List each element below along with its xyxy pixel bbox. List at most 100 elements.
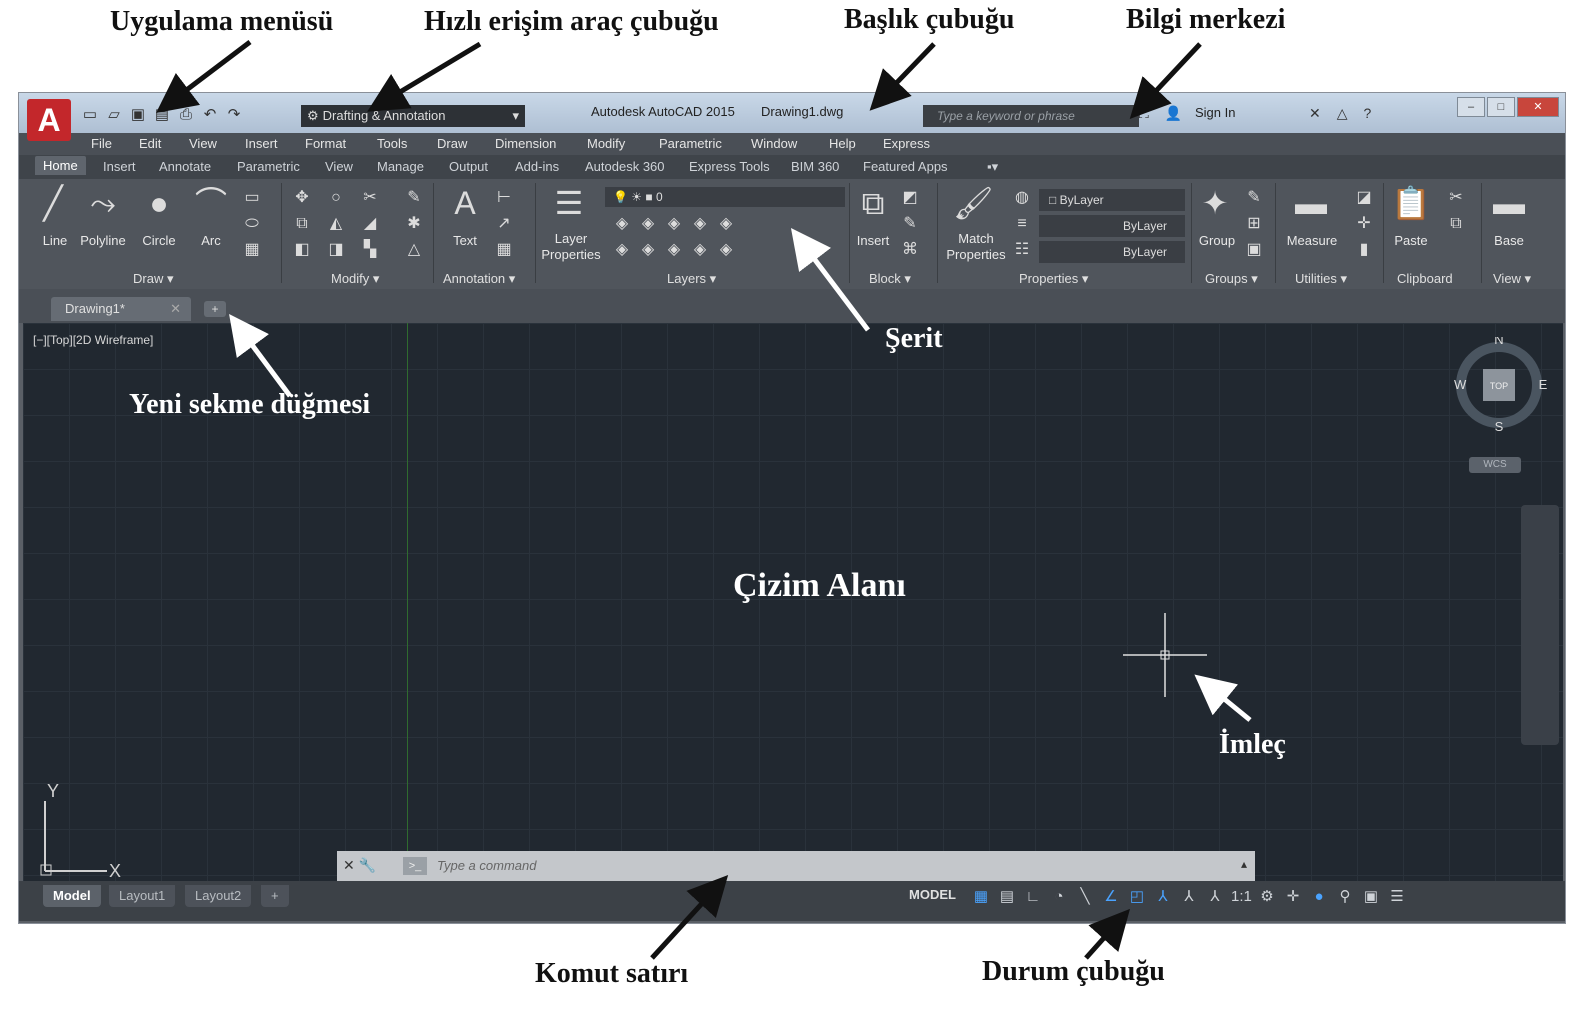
clean-screen-icon[interactable]: ▣ <box>1361 887 1381 907</box>
menu-help[interactable]: Help <box>829 136 856 151</box>
osnap-icon[interactable]: ◰ <box>1127 887 1147 907</box>
ellipse-icon[interactable]: ⬭ <box>241 213 263 235</box>
explode-icon[interactable]: ✱ <box>403 213 425 235</box>
menu-modify[interactable]: Modify <box>587 136 625 151</box>
dimension-icon[interactable]: ⊢ <box>493 187 515 209</box>
ortho-icon[interactable]: ∟ <box>1023 887 1043 907</box>
tab-insert[interactable]: Insert <box>103 159 136 174</box>
exchange-icon[interactable]: ✕ <box>1309 105 1321 122</box>
group-edit-icon[interactable]: ⊞ <box>1243 213 1265 235</box>
stretch-icon[interactable]: ◧ <box>291 239 313 261</box>
layer-tool-icon[interactable]: ◈ <box>663 213 685 235</box>
menu-tools[interactable]: Tools <box>377 136 407 151</box>
search-input[interactable]: Type a keyword or phrase <box>923 105 1139 127</box>
layer-properties-icon[interactable]: ☰ <box>549 183 589 223</box>
tab-manage[interactable]: Manage <box>377 159 424 174</box>
annotation-visibility-icon[interactable]: ⅄ <box>1153 887 1173 907</box>
menu-window[interactable]: Window <box>751 136 797 151</box>
help-icon[interactable]: ? <box>1364 105 1372 122</box>
ribbon-options-icon[interactable]: ▪▾ <box>987 159 998 175</box>
tab-output[interactable]: Output <box>449 159 488 174</box>
layout-tab-layout1[interactable]: Layout1 <box>109 885 176 907</box>
panel-view[interactable]: View ▾ <box>1493 271 1531 287</box>
menu-insert[interactable]: Insert <box>245 136 278 151</box>
group-icon[interactable]: ✦ <box>1195 183 1235 223</box>
create-block-icon[interactable]: ◩ <box>899 187 921 209</box>
isodraft-icon[interactable]: ╲ <box>1075 887 1095 907</box>
edit-block-icon[interactable]: ✎ <box>899 213 921 235</box>
polyline-icon[interactable]: ⤳ <box>83 183 123 223</box>
application-menu-button[interactable]: A <box>27 99 71 141</box>
menu-edit[interactable]: Edit <box>139 136 161 151</box>
layer-dropdown[interactable]: 💡 ☀ ■ 0 <box>605 187 845 207</box>
save-as-icon[interactable]: ▤ <box>153 106 171 124</box>
layer-tool-icon[interactable]: ◈ <box>715 213 737 235</box>
menu-express[interactable]: Express <box>883 136 930 151</box>
command-line-close-icon[interactable]: ✕ 🔧 <box>343 857 376 874</box>
panel-modify[interactable]: Modify ▾ <box>331 271 379 287</box>
close-icon[interactable]: ✕ <box>1517 97 1559 117</box>
layer-tool-icon[interactable]: ◈ <box>689 213 711 235</box>
customization-icon[interactable]: ☰ <box>1387 887 1407 907</box>
tab-parametric[interactable]: Parametric <box>237 159 300 174</box>
layout-tab-layout2[interactable]: Layout2 <box>185 885 252 907</box>
tab-home[interactable]: Home <box>35 156 86 175</box>
ungroup-icon[interactable]: ✎ <box>1243 187 1265 209</box>
isolate-objects-icon[interactable]: ● <box>1309 887 1329 907</box>
layer-tool-icon[interactable]: ◈ <box>611 213 633 235</box>
annotation-monitor-icon[interactable]: ✛ <box>1283 887 1303 907</box>
linetype-dropdown[interactable]: ByLayer <box>1039 241 1185 263</box>
plot-icon[interactable]: ⎙ <box>177 106 195 124</box>
erase-icon[interactable]: ✎ <box>403 187 425 209</box>
text-icon[interactable]: A <box>445 183 485 223</box>
model-space-button[interactable]: MODEL <box>909 887 956 902</box>
panel-properties[interactable]: Properties ▾ <box>1019 271 1088 287</box>
line-icon[interactable]: ╱ <box>33 183 73 223</box>
layer-tool-icon[interactable]: ◈ <box>637 239 659 261</box>
sign-in-button[interactable]: Sign In <box>1195 105 1235 120</box>
move-icon[interactable]: ✥ <box>291 187 313 209</box>
color-dropdown[interactable]: □ ByLayer <box>1039 189 1185 211</box>
lineweight-dropdown[interactable]: ByLayer <box>1039 215 1185 237</box>
paste-icon[interactable]: 📋 <box>1391 183 1431 223</box>
layer-tool-icon[interactable]: ◈ <box>689 239 711 261</box>
hardware-accel-icon[interactable]: ⚲ <box>1335 887 1355 907</box>
panel-groups[interactable]: Groups ▾ <box>1205 271 1258 287</box>
menu-dimension[interactable]: Dimension <box>495 136 556 151</box>
leader-icon[interactable]: ↗ <box>493 213 515 235</box>
base-view-icon[interactable]: ▬ <box>1489 183 1529 223</box>
scale-value[interactable]: 1:1 <box>1231 887 1252 907</box>
polar-icon[interactable]: ◔ <box>1049 887 1069 907</box>
panel-utilities[interactable]: Utilities ▾ <box>1295 271 1347 287</box>
tab-featured-apps[interactable]: Featured Apps <box>863 159 948 174</box>
panel-clipboard[interactable]: Clipboard <box>1397 271 1453 286</box>
save-icon[interactable]: ▣ <box>129 106 147 124</box>
command-line[interactable]: ✕ 🔧 >_ Type a command ▴ <box>337 851 1255 881</box>
hatch-icon[interactable]: ▦ <box>241 239 263 261</box>
layer-tool-icon[interactable]: ◈ <box>715 239 737 261</box>
calculator-icon[interactable]: ▮ <box>1353 239 1375 261</box>
copy-clip-icon[interactable]: ⧉ <box>1445 213 1467 235</box>
panel-block[interactable]: Block ▾ <box>869 271 911 287</box>
rectangle-icon[interactable]: ▭ <box>241 187 263 209</box>
tab-add-ins[interactable]: Add-ins <box>515 159 559 174</box>
tab-bim-360[interactable]: BIM 360 <box>791 159 839 174</box>
navigation-bar[interactable] <box>1521 505 1559 745</box>
table-icon[interactable]: ▦ <box>493 239 515 261</box>
measure-icon[interactable]: ▬ <box>1291 183 1331 223</box>
panel-draw[interactable]: Draw ▾ <box>133 271 173 287</box>
drawing-tab[interactable]: Drawing1* ✕ <box>51 297 191 321</box>
layer-tool-icon[interactable]: ◈ <box>663 239 685 261</box>
command-prompt-icon[interactable]: >_ <box>403 857 427 875</box>
menu-view[interactable]: View <box>189 136 217 151</box>
annotation-scale-icon[interactable]: ⅄ <box>1205 887 1225 907</box>
snap-icon[interactable]: ▤ <box>997 887 1017 907</box>
open-icon[interactable]: ▱ <box>105 106 123 124</box>
insert-block-icon[interactable]: ⧉ <box>853 183 893 223</box>
tab-view[interactable]: View <box>325 159 353 174</box>
offset-icon[interactable]: △ <box>403 239 425 261</box>
minimize-icon[interactable]: – <box>1457 97 1485 117</box>
osnap-tracking-icon[interactable]: ∠ <box>1101 887 1121 907</box>
array-icon[interactable]: ▚ <box>359 239 381 261</box>
layout-tab-model[interactable]: Model <box>43 885 101 907</box>
